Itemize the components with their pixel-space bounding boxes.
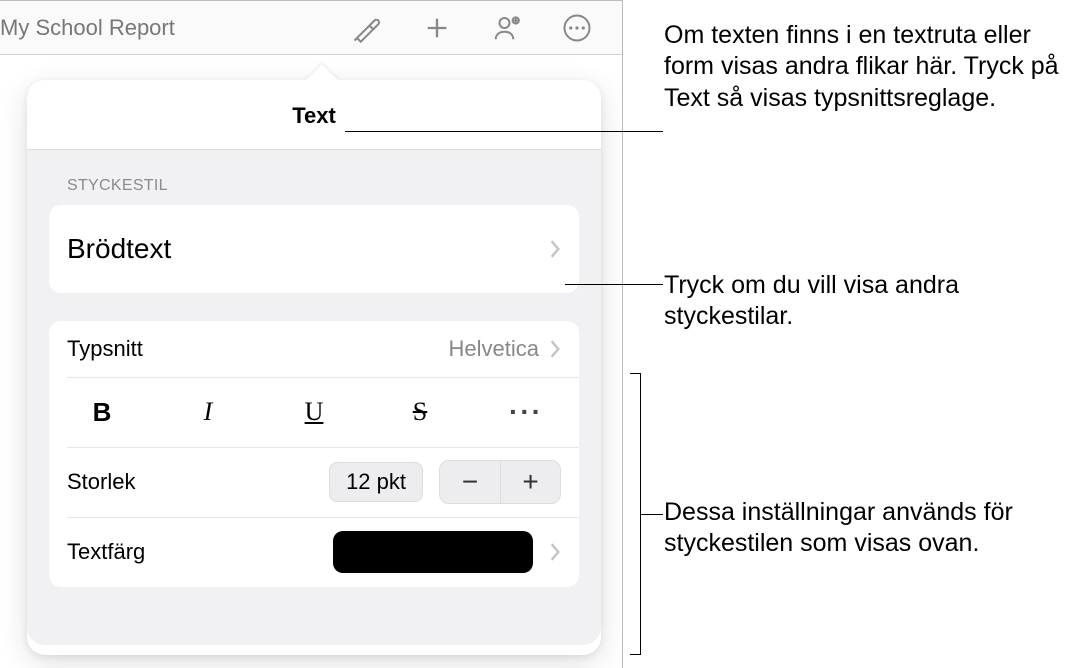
chevron-right-icon <box>549 239 561 259</box>
chevron-right-icon <box>549 542 561 562</box>
popover-tab-text[interactable]: Text <box>27 80 601 149</box>
text-color-swatch[interactable] <box>333 531 533 573</box>
app-window: My School Report Text STYCKESTIL Brödtex… <box>0 0 623 668</box>
font-row[interactable]: Typsnitt Helvetica <box>49 321 579 377</box>
format-row: B I U S ··· <box>49 377 579 447</box>
leader-line <box>641 514 663 515</box>
paragraph-style-card: Brödtext <box>49 205 579 293</box>
callout-bracket <box>631 373 641 655</box>
font-value: Helvetica <box>449 336 539 362</box>
size-decrease-button[interactable]: − <box>440 461 500 503</box>
collaborate-icon[interactable] <box>492 13 522 43</box>
paragraph-style-row[interactable]: Brödtext <box>49 205 579 293</box>
callout-paragraph-style: Tryck om du vill visa andra styckestilar… <box>664 270 1077 333</box>
more-format-button[interactable]: ··· <box>496 388 556 436</box>
add-icon[interactable] <box>422 13 452 43</box>
popover-arrow <box>305 64 339 81</box>
strikethrough-button[interactable]: S <box>390 388 450 436</box>
italic-button[interactable]: I <box>178 388 238 436</box>
size-value[interactable]: 12 pkt <box>329 462 423 502</box>
leader-line <box>565 284 663 285</box>
paragraph-style-name: Brödtext <box>67 233 549 265</box>
popover-body: STYCKESTIL Brödtext Typsnitt Helvetica <box>27 149 601 645</box>
callout-text-tab: Om texten finns i en textruta eller form… <box>664 20 1077 114</box>
document-title: My School Report <box>0 15 350 41</box>
toolbar-icons <box>352 13 622 43</box>
size-row: Storlek 12 pkt − + <box>49 447 579 517</box>
toolbar: My School Report <box>0 1 622 55</box>
size-stepper: − + <box>439 460 561 504</box>
text-color-row[interactable]: Textfärg <box>49 517 579 587</box>
section-label-paragraph-style: STYCKESTIL <box>49 177 579 195</box>
format-brush-icon[interactable] <box>352 13 382 43</box>
underline-button[interactable]: U <box>284 388 344 436</box>
size-increase-button[interactable]: + <box>500 461 560 503</box>
more-icon[interactable] <box>562 13 592 43</box>
chevron-right-icon <box>549 339 561 359</box>
leader-line <box>345 131 663 132</box>
bold-button[interactable]: B <box>72 388 132 436</box>
text-color-label: Textfärg <box>67 539 333 565</box>
callout-settings: Dessa inställningar används för styckest… <box>664 497 1077 560</box>
font-label: Typsnitt <box>67 336 449 362</box>
font-settings-card: Typsnitt Helvetica B I U S ··· Storlek 1… <box>49 321 579 587</box>
size-label: Storlek <box>67 469 329 495</box>
format-popover: Text STYCKESTIL Brödtext Typsnitt Helvet… <box>27 80 601 655</box>
